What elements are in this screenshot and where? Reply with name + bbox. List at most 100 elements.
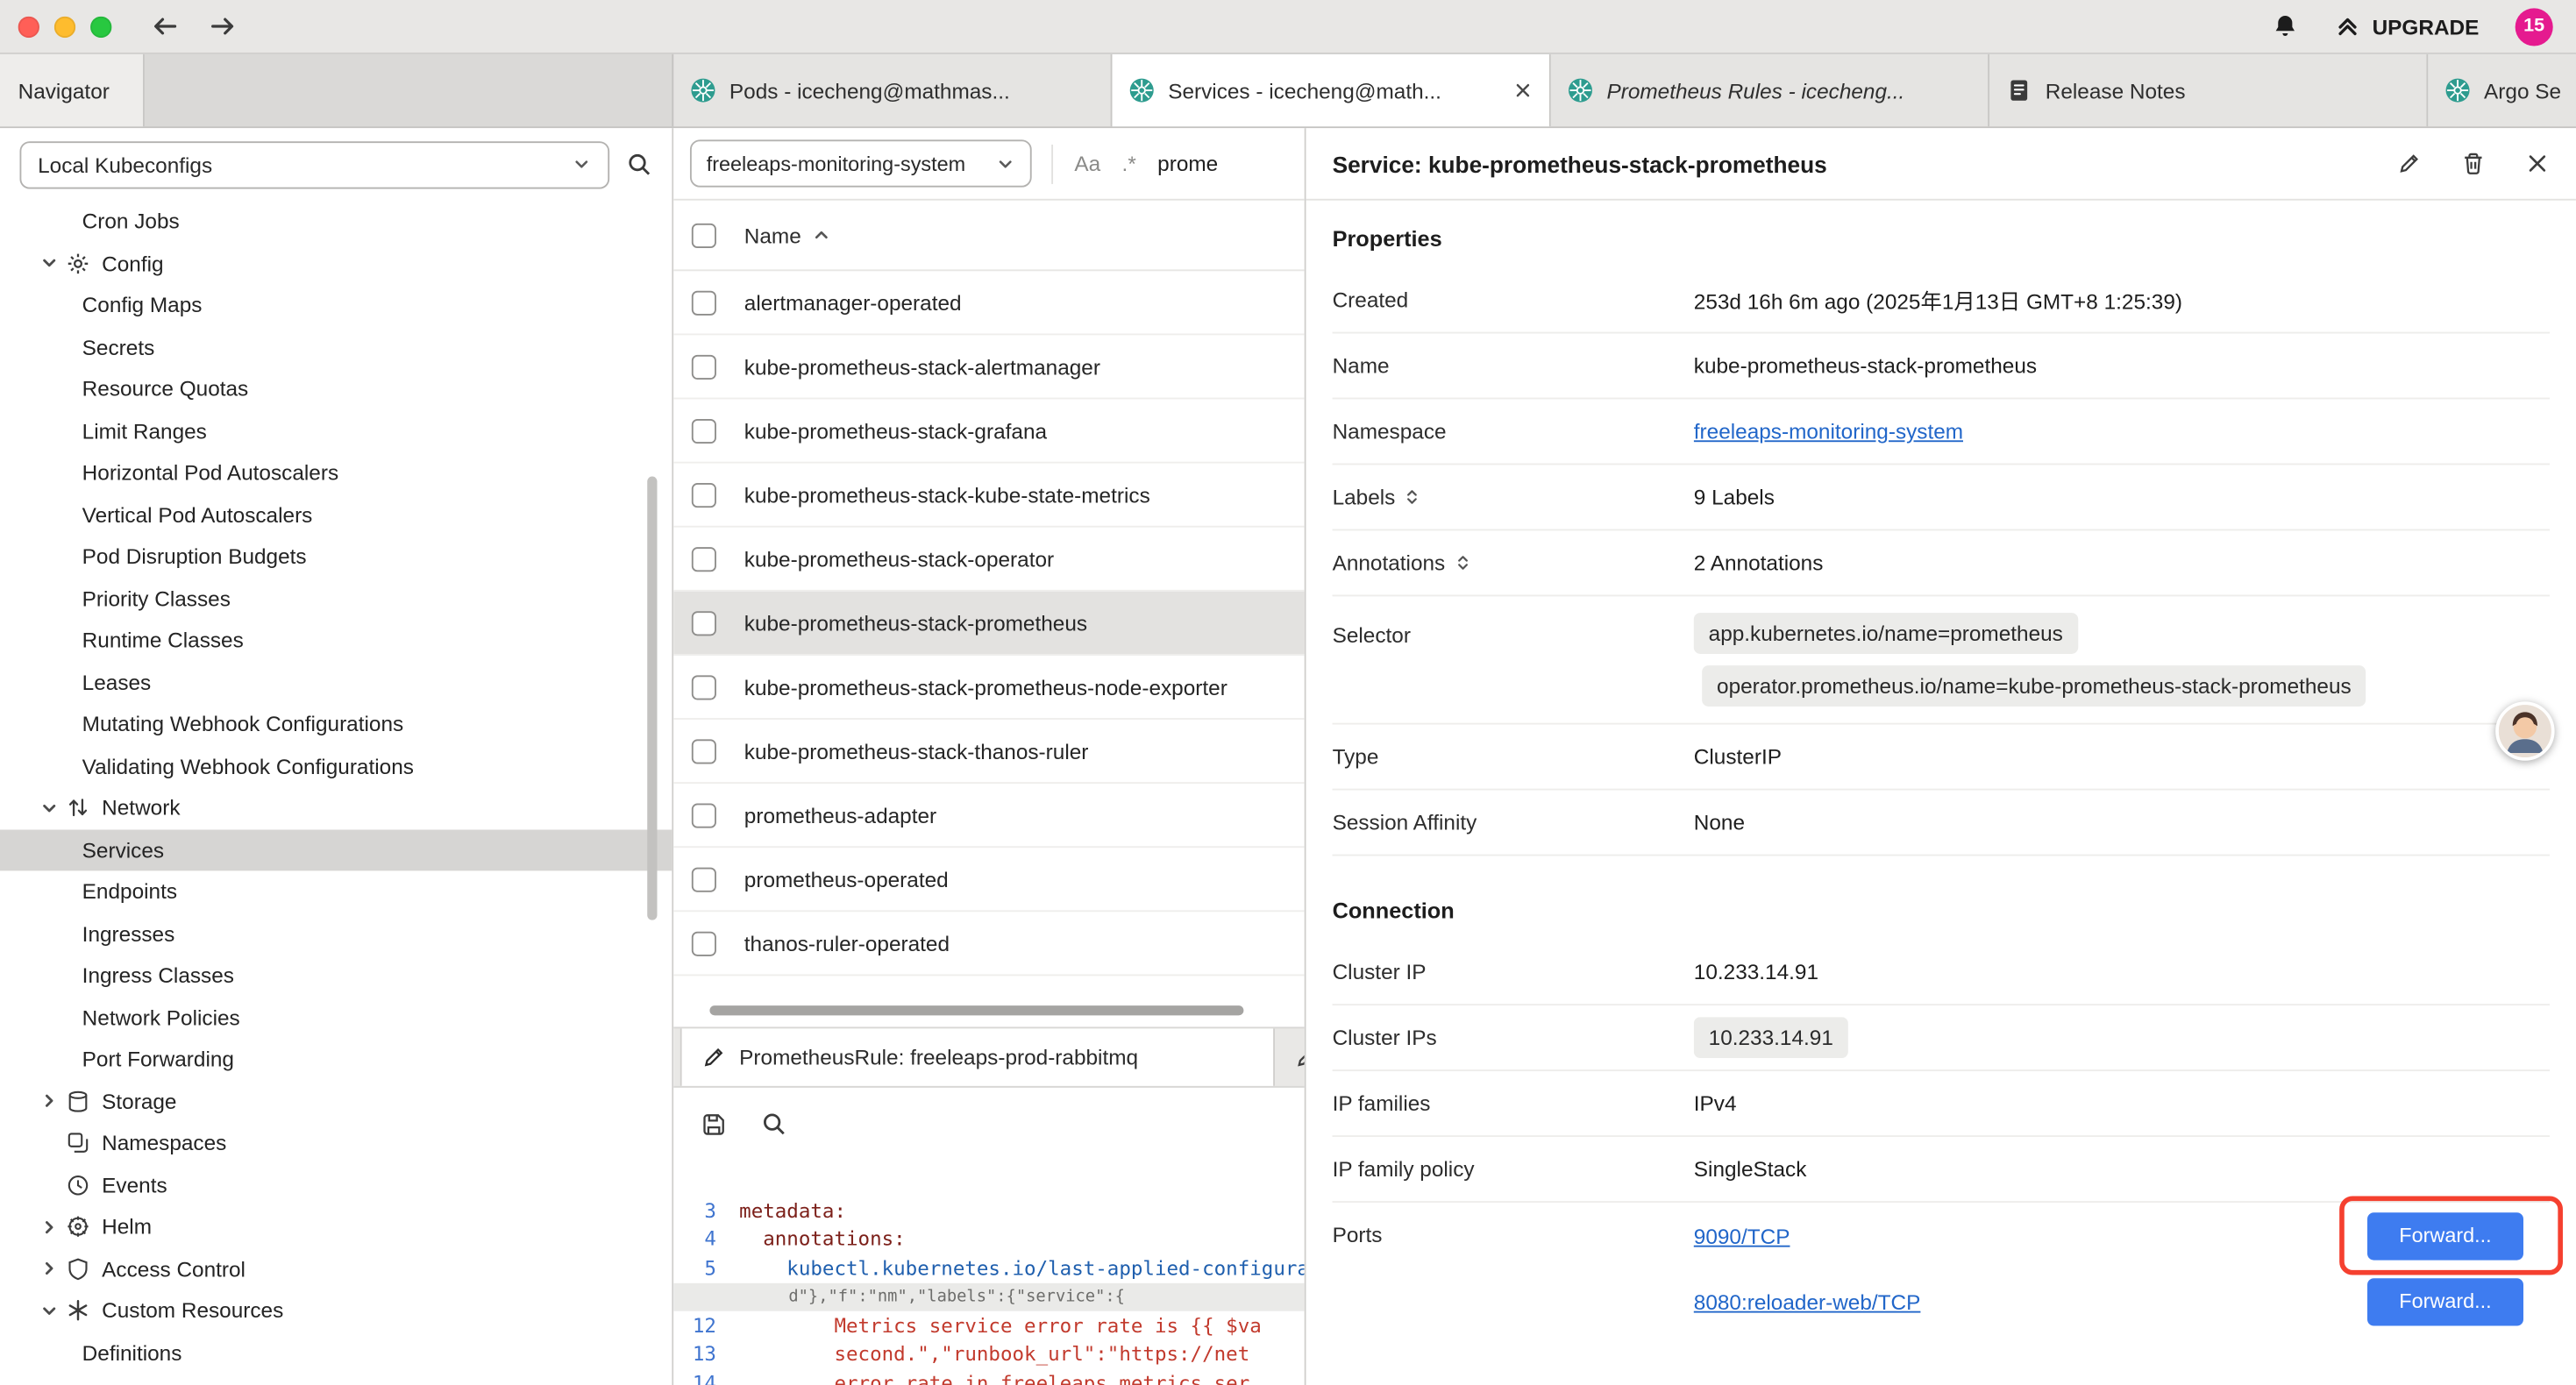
unfold-icon[interactable] — [1404, 488, 1422, 507]
select-all-checkbox[interactable] — [692, 223, 716, 247]
horizontal-scrollbar[interactable] — [709, 1005, 1243, 1015]
chevron-down-icon[interactable] — [39, 1301, 59, 1320]
namespace-filter-select[interactable]: freeleaps-monitoring-system — [690, 139, 1032, 187]
sidebar-item-limit-ranges[interactable]: Limit Ranges — [0, 410, 672, 452]
forward-button[interactable]: Forward... — [2367, 1211, 2523, 1259]
tab-pods[interactable]: Pods - icecheng@mathmas... — [673, 54, 1112, 126]
editor-tab-partial[interactable] — [1275, 1028, 1305, 1086]
upgrade-button[interactable]: UPGRADE — [2334, 13, 2479, 39]
save-icon[interactable] — [700, 1110, 728, 1138]
row-checkbox[interactable] — [692, 674, 716, 699]
port-link[interactable]: 8080:reloader-web/TCP — [1694, 1289, 1921, 1313]
tab-close-icon[interactable] — [1513, 81, 1533, 100]
row-checkbox[interactable] — [692, 867, 716, 891]
sidebar-item-config-maps[interactable]: Config Maps — [0, 284, 672, 326]
table-row[interactable]: kube-prometheus-stack-kube-state-metrics — [673, 464, 1305, 528]
section-heading-properties: Properties — [1333, 227, 2550, 252]
sidebar-item-services[interactable]: Services — [0, 829, 672, 871]
table-row-selected[interactable]: kube-prometheus-stack-prometheus — [673, 592, 1305, 656]
sidebar-item-ingresses[interactable]: Ingresses — [0, 913, 672, 955]
sidebar-scrollbar[interactable] — [647, 477, 657, 920]
table-row[interactable]: kube-prometheus-stack-alertmanager — [673, 335, 1305, 399]
gear-icon — [66, 251, 90, 275]
search-query-input[interactable]: prome — [1157, 151, 1218, 175]
navigator-panel-tab[interactable]: Navigator — [0, 54, 145, 126]
forward-button[interactable]: Forward... — [2367, 1277, 2523, 1325]
row-checkbox[interactable] — [692, 546, 716, 571]
sidebar-item-definitions[interactable]: Definitions — [0, 1332, 672, 1374]
sidebar-item-vertical-pod-autoscalers[interactable]: Vertical Pod Autoscalers — [0, 494, 672, 536]
row-checkbox[interactable] — [692, 354, 716, 379]
minimize-window-button[interactable] — [54, 16, 75, 37]
table-row[interactable]: kube-prometheus-stack-grafana — [673, 399, 1305, 463]
sidebar-item-secrets[interactable]: Secrets — [0, 326, 672, 368]
chevron-down-icon[interactable] — [39, 253, 59, 273]
chevron-down-icon[interactable] — [39, 798, 59, 817]
close-icon[interactable] — [2525, 151, 2550, 175]
search-icon[interactable] — [626, 151, 652, 177]
avatar[interactable] — [2495, 701, 2554, 760]
yaml-editor[interactable]: 3metadata: 4 annotations: 5 kubectl.kube… — [673, 1160, 1305, 1385]
sidebar-item-namespaces[interactable]: Namespaces — [0, 1122, 672, 1164]
zoom-window-button[interactable] — [90, 16, 111, 37]
sidebar-item-leases[interactable]: Leases — [0, 661, 672, 703]
row-checkbox[interactable] — [692, 290, 716, 315]
table-row[interactable]: prometheus-adapter — [673, 784, 1305, 848]
port-link[interactable]: 9090/TCP — [1694, 1223, 1790, 1247]
chevron-right-icon[interactable] — [39, 1217, 59, 1236]
edit-icon[interactable] — [2397, 151, 2422, 175]
notification-count-badge[interactable]: 15 — [2516, 7, 2553, 45]
search-icon[interactable] — [761, 1111, 787, 1137]
kubernetes-icon — [2444, 77, 2471, 103]
kubeconfig-selector[interactable]: Local Kubeconfigs — [19, 140, 609, 188]
row-checkbox[interactable] — [692, 418, 716, 443]
editor-tab-prometheusrule[interactable]: PrometheusRule: freeleaps-prod-rabbitmq — [680, 1028, 1275, 1086]
row-checkbox[interactable] — [692, 610, 716, 635]
row-checkbox[interactable] — [692, 803, 716, 827]
sidebar-item-pod-disruption-budgets[interactable]: Pod Disruption Budgets — [0, 536, 672, 578]
sidebar-item-storage[interactable]: Storage — [0, 1080, 672, 1122]
forward-icon[interactable] — [207, 11, 237, 41]
sidebar-item-endpoints[interactable]: Endpoints — [0, 870, 672, 913]
table-row[interactable]: alertmanager-operated — [673, 271, 1305, 335]
sidebar-item-cron-jobs[interactable]: Cron Jobs — [0, 201, 672, 243]
table-row[interactable]: prometheus-operated — [673, 848, 1305, 912]
sidebar-item-network[interactable]: Network — [0, 787, 672, 829]
namespace-link[interactable]: freeleaps-monitoring-system — [1694, 419, 1963, 444]
sidebar-item-mutating-webhook-configurations[interactable]: Mutating Webhook Configurations — [0, 703, 672, 745]
sidebar-item-ingress-classes[interactable]: Ingress Classes — [0, 955, 672, 997]
close-window-button[interactable] — [18, 16, 39, 37]
tab-argo[interactable]: Argo Se — [2428, 54, 2576, 126]
sidebar-item-resource-quotas[interactable]: Resource Quotas — [0, 368, 672, 410]
row-checkbox[interactable] — [692, 482, 716, 507]
sidebar-item-events[interactable]: Events — [0, 1164, 672, 1206]
sidebar-item-access-control[interactable]: Access Control — [0, 1248, 672, 1290]
sidebar-item-custom-resources[interactable]: Custom Resources — [0, 1289, 672, 1332]
sidebar-item-priority-classes[interactable]: Priority Classes — [0, 578, 672, 620]
sidebar-item-horizontal-pod-autoscalers[interactable]: Horizontal Pod Autoscalers — [0, 451, 672, 494]
chevron-right-icon[interactable] — [39, 1259, 59, 1278]
name-column-header[interactable]: Name — [744, 223, 831, 247]
table-row[interactable]: kube-prometheus-stack-thanos-ruler — [673, 720, 1305, 784]
table-row[interactable]: kube-prometheus-stack-prometheus-node-ex… — [673, 656, 1305, 720]
sidebar-item-network-policies[interactable]: Network Policies — [0, 997, 672, 1039]
table-row[interactable]: kube-prometheus-stack-operator — [673, 528, 1305, 592]
table-row[interactable]: thanos-ruler-operated — [673, 912, 1305, 976]
tab-services[interactable]: Services - icecheng@math... — [1112, 54, 1550, 126]
row-checkbox[interactable] — [692, 738, 716, 763]
chevron-right-icon[interactable] — [39, 1091, 59, 1111]
tab-release-notes[interactable]: Release Notes — [1989, 54, 2428, 126]
row-checkbox[interactable] — [692, 931, 716, 955]
sidebar-item-port-forwarding[interactable]: Port Forwarding — [0, 1039, 672, 1081]
back-icon[interactable] — [151, 11, 181, 41]
notifications-bell-icon[interactable] — [2272, 13, 2298, 39]
sidebar-item-validating-webhook-configurations[interactable]: Validating Webhook Configurations — [0, 745, 672, 787]
sidebar-item-helm[interactable]: Helm — [0, 1206, 672, 1248]
match-case-toggle[interactable]: Aa — [1074, 151, 1100, 175]
tab-prometheus-rules[interactable]: Prometheus Rules - icecheng... — [1551, 54, 1989, 126]
regex-toggle[interactable]: .* — [1122, 151, 1136, 175]
sidebar-item-config[interactable]: Config — [0, 242, 672, 284]
unfold-icon[interactable] — [1454, 554, 1472, 572]
trash-icon[interactable] — [2461, 151, 2486, 175]
sidebar-item-runtime-classes[interactable]: Runtime Classes — [0, 620, 672, 662]
